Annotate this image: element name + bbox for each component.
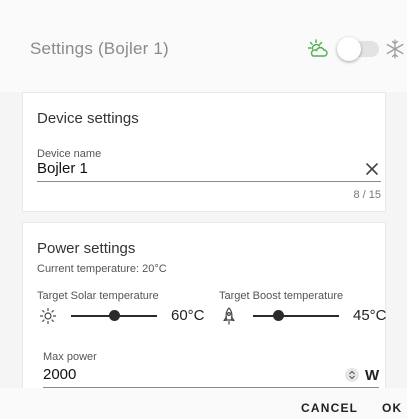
dialog-content[interactable]: Device settings Device name Bojler 1 8 /… — [0, 92, 407, 388]
max-power-input[interactable]: 2000 — [43, 366, 76, 383]
slider-thumb[interactable] — [108, 310, 120, 321]
solar-temp-slider[interactable] — [71, 306, 157, 326]
slider-rail — [253, 315, 339, 317]
dialog-title: Settings (Bojler 1) — [30, 39, 169, 58]
character-counter: 8 / 15 — [353, 189, 381, 201]
sun-behind-cloud-icon — [307, 39, 328, 57]
boost-temp-slider[interactable] — [253, 306, 339, 326]
solar-temp-value: 60°C — [171, 307, 205, 324]
clear-icon[interactable] — [363, 160, 381, 178]
device-name-label: Device name — [37, 148, 102, 160]
dialog-actions: CANCEL OK — [0, 388, 407, 419]
dialog-header: Settings (Bojler 1) — [0, 0, 407, 92]
solar-temp-label: Target Solar temperature — [37, 290, 159, 302]
boost-temp-value: 45°C — [353, 307, 387, 324]
heating-mode-toggle[interactable] — [337, 36, 379, 62]
sun-icon — [39, 307, 57, 325]
snowflake-icon — [386, 39, 404, 59]
toggle-knob — [337, 37, 361, 61]
device-settings-title: Device settings — [37, 110, 139, 127]
device-name-underline — [37, 181, 381, 182]
cancel-button[interactable]: CANCEL — [301, 401, 358, 415]
max-power-unit: W — [365, 367, 380, 384]
device-name-input[interactable]: Bojler 1 — [37, 160, 88, 177]
device-settings-card: Device settings Device name Bojler 1 8 /… — [22, 92, 386, 212]
ok-button[interactable]: OK — [382, 401, 402, 415]
rocket-icon — [223, 307, 235, 325]
boost-temp-label: Target Boost temperature — [219, 290, 344, 302]
current-temperature: Current temperature: 20°C — [37, 263, 167, 275]
slider-thumb[interactable] — [273, 310, 285, 321]
number-spin-button[interactable] — [345, 368, 359, 382]
max-power-label: Max power — [43, 351, 97, 363]
spin-arrows-icon — [349, 370, 355, 380]
power-settings-card: Power settings Current temperature: 20°C… — [22, 222, 387, 388]
power-settings-title: Power settings — [37, 240, 136, 257]
